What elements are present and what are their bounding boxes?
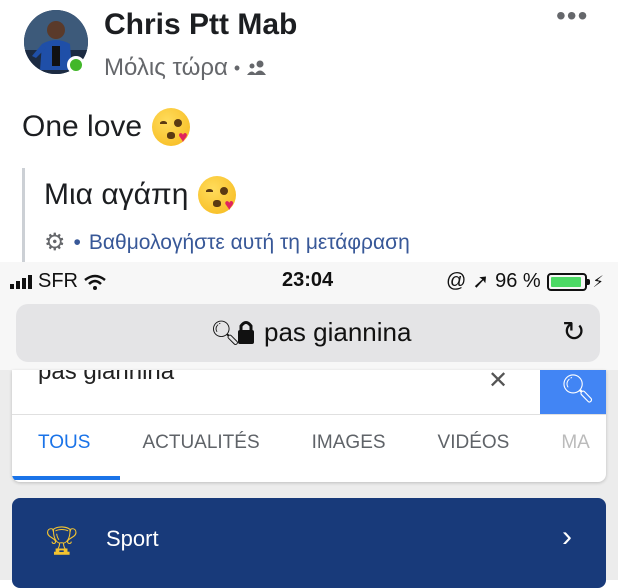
rotation-lock-icon: @	[446, 270, 467, 292]
gear-icon[interactable]: ⚙	[44, 228, 66, 257]
divider	[12, 414, 606, 415]
status-bar: SFR 23:04 @ ➚ 96 % ⚡	[0, 262, 618, 300]
facebook-post: Chris Ptt Mab Μόλις τώρα • ••• One love …	[0, 0, 618, 262]
tab-all[interactable]: TOUS	[38, 432, 90, 454]
web-page: pas giannina ✕ 🔍︎ TOUS ACTUALITÉS IMAGES…	[0, 370, 618, 588]
more-options-icon[interactable]: •••	[556, 2, 588, 30]
active-tab-indicator	[12, 476, 120, 480]
search-icon: 🔍︎	[560, 373, 596, 404]
sport-card[interactable]: 🏆︎ Sport ›	[12, 498, 606, 588]
friends-icon	[247, 60, 267, 75]
translation-body: Μια αγάπη ♥	[44, 176, 237, 214]
search-button[interactable]: 🔍︎	[540, 370, 606, 414]
translated-text: Μια αγάπη	[44, 178, 189, 211]
tab-images[interactable]: IMAGES	[312, 432, 386, 454]
post-time[interactable]: Μόλις τώρα	[104, 54, 228, 82]
rate-translation-label[interactable]: Βαθμολογήστε αυτή τη μετάφραση	[89, 231, 410, 255]
clear-icon[interactable]: ✕	[488, 370, 508, 395]
status-time: 23:04	[282, 269, 334, 291]
post-body: One love ♥	[22, 108, 191, 146]
address-url[interactable]: pas giannina	[264, 317, 411, 348]
browser-address-bar[interactable]: 🔍︎ pas giannina ↻	[16, 304, 600, 362]
tab-news[interactable]: ACTUALITÉS	[142, 432, 259, 454]
tab-maps[interactable]: MA	[561, 432, 590, 454]
sport-label: Sport	[106, 526, 159, 551]
separator-dot: •	[233, 57, 241, 78]
search-card: pas giannina ✕ 🔍︎ TOUS ACTUALITÉS IMAGES…	[12, 370, 606, 482]
search-query-input[interactable]: pas giannina	[38, 370, 174, 386]
online-status-dot	[67, 56, 85, 74]
phone-screenshot: SFR 23:04 @ ➚ 96 % ⚡ 🔍︎ pas giannina ↻ p…	[0, 262, 618, 588]
carrier-label: SFR	[38, 270, 78, 292]
kiss-emoji-icon: ♥	[198, 176, 237, 214]
post-meta: Μόλις τώρα •	[104, 54, 268, 82]
lock-icon	[238, 321, 254, 344]
rate-translation-link[interactable]: ⚙ • Βαθμολογήστε αυτή τη μετάφραση	[44, 228, 410, 257]
wifi-icon	[84, 274, 106, 290]
chevron-right-icon[interactable]: ›	[562, 520, 572, 554]
trophy-icon: 🏆︎	[44, 525, 80, 556]
battery-percent: 96 %	[495, 270, 541, 292]
post-text: One love	[22, 110, 143, 143]
signal-icon	[10, 274, 32, 289]
reload-icon[interactable]: ↻	[562, 315, 585, 348]
location-arrow-icon: ➚	[472, 271, 490, 293]
translation-quote-bar	[22, 168, 25, 262]
search-tabs: TOUS ACTUALITÉS IMAGES VIDÉOS MA	[12, 432, 606, 454]
charging-bolt-icon: ⚡	[592, 273, 604, 291]
battery-icon	[546, 272, 590, 291]
kiss-emoji-icon: ♥	[152, 108, 191, 146]
tab-videos[interactable]: VIDÉOS	[438, 432, 510, 454]
separator-dot: •	[73, 230, 81, 254]
post-author[interactable]: Chris Ptt Mab	[104, 8, 297, 42]
